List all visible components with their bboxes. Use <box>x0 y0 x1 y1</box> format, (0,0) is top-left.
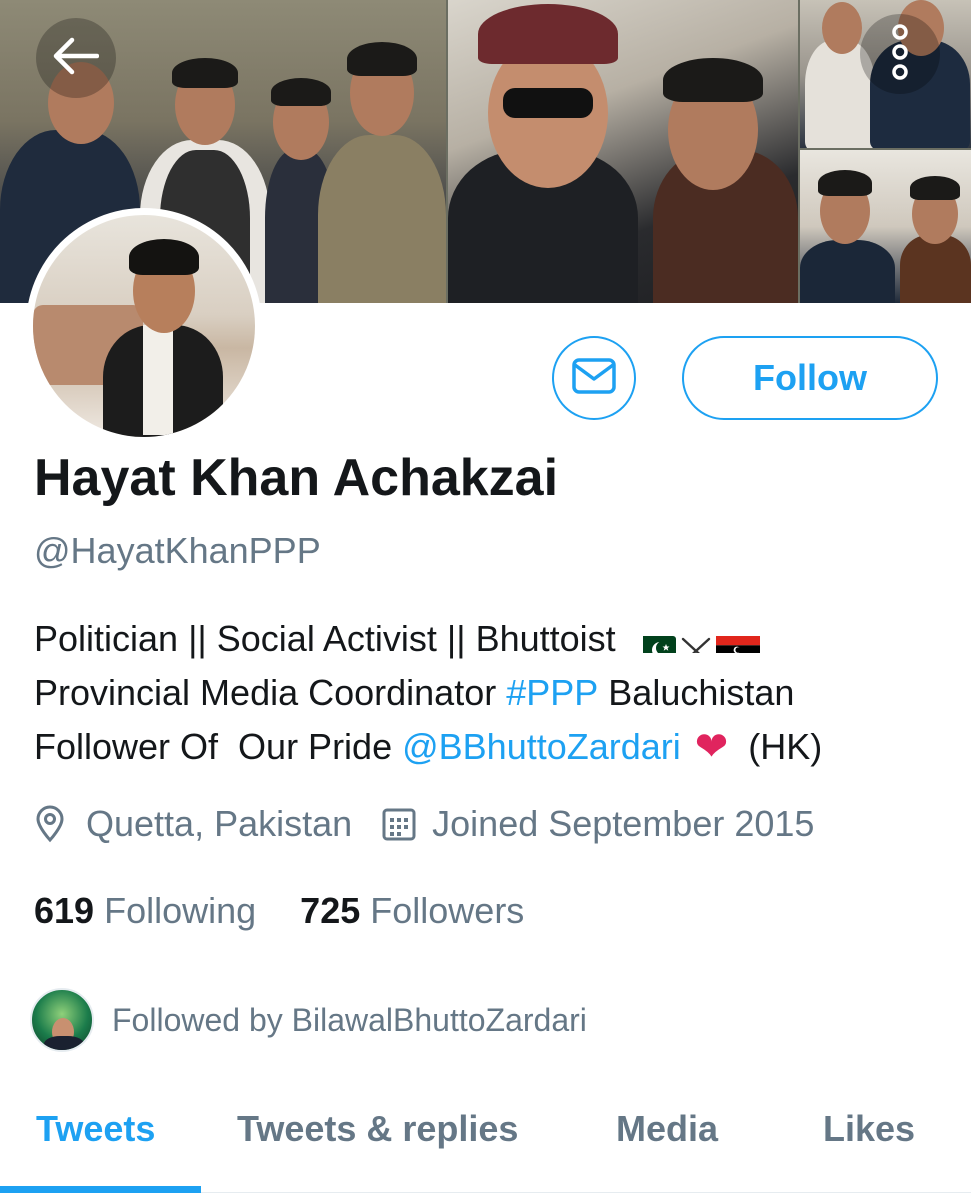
follower-avatar <box>30 988 94 1052</box>
message-button[interactable] <box>552 336 636 420</box>
tab-tweets-replies[interactable]: Tweets & replies <box>237 1108 518 1150</box>
avatar-photo <box>33 215 255 437</box>
back-button[interactable] <box>36 18 116 98</box>
joined-text: Joined September 2015 <box>432 803 815 844</box>
banner-photo-main <box>448 0 798 303</box>
profile-bio: Politician || Social Activist || Bhuttoi… <box>34 612 954 774</box>
tab-media[interactable]: Media <box>616 1108 718 1150</box>
bio-line-2: Provincial Media Coordinator #PPP Baluch… <box>34 666 954 720</box>
pakistan-flag-icon <box>631 625 676 653</box>
profile-tabs: Tweets Tweets & replies Media Likes <box>0 1090 971 1200</box>
profile-meta: Quetta, Pakistan Joined September 2015 <box>34 803 814 845</box>
bio-line-3-prefix: Follower Of Our Pride <box>34 726 403 767</box>
location-item: Quetta, Pakistan <box>34 803 352 845</box>
more-vertical-icon <box>890 23 910 85</box>
location-pin-icon <box>34 805 66 843</box>
red-heart-icon: ❤ <box>694 725 729 769</box>
tab-tweets[interactable]: Tweets <box>36 1108 155 1150</box>
mention-link[interactable]: @BBhuttoZardari <box>402 720 681 774</box>
bio-line-1: Politician || Social Activist || Bhuttoi… <box>34 612 954 666</box>
bio-line-2-prefix: Provincial Media Coordinator <box>34 672 507 713</box>
profile-handle: @HayatKhanPPP <box>34 530 321 571</box>
bio-line-3-suffix: (HK) <box>748 726 823 767</box>
crossed-swords-icon <box>680 625 712 653</box>
active-tab-indicator <box>0 1186 201 1193</box>
profile-name: Hayat Khan Achakzai <box>34 449 559 507</box>
banner-photo-bottom-right <box>800 150 971 303</box>
followers-count: 725 <box>300 890 361 931</box>
following-label: Following <box>104 890 257 931</box>
bio-line-1-text: Politician || Social Activist || Bhuttoi… <box>34 618 616 659</box>
envelope-icon <box>571 357 617 400</box>
tab-likes[interactable]: Likes <box>823 1108 915 1150</box>
followed-by-row[interactable]: Followed by BilawalBhuttoZardari <box>30 988 587 1052</box>
back-arrow-icon <box>53 37 100 80</box>
hashtag-link[interactable]: #PPP <box>506 666 598 720</box>
bio-line-3: Follower Of Our Pride @BBhuttoZardari ❤ … <box>34 720 954 774</box>
location-text: Quetta, Pakistan <box>86 803 353 844</box>
following-count: 619 <box>34 890 95 931</box>
joined-item: Joined September 2015 <box>382 803 814 845</box>
follow-button[interactable]: Follow <box>682 336 938 420</box>
calendar-icon <box>382 807 416 841</box>
followers-stat[interactable]: 725 Followers <box>300 890 524 932</box>
following-stat[interactable]: 619 Following <box>34 890 256 932</box>
bio-line-2-suffix: Baluchistan <box>598 672 795 713</box>
followers-label: Followers <box>370 890 525 931</box>
profile-avatar[interactable] <box>26 208 262 444</box>
followed-by-text: Followed by BilawalBhuttoZardari <box>112 1001 587 1038</box>
more-options-button[interactable] <box>860 14 940 94</box>
profile-stats: 619 Following 725 Followers <box>34 890 568 932</box>
ppp-flag-icon <box>715 625 760 653</box>
